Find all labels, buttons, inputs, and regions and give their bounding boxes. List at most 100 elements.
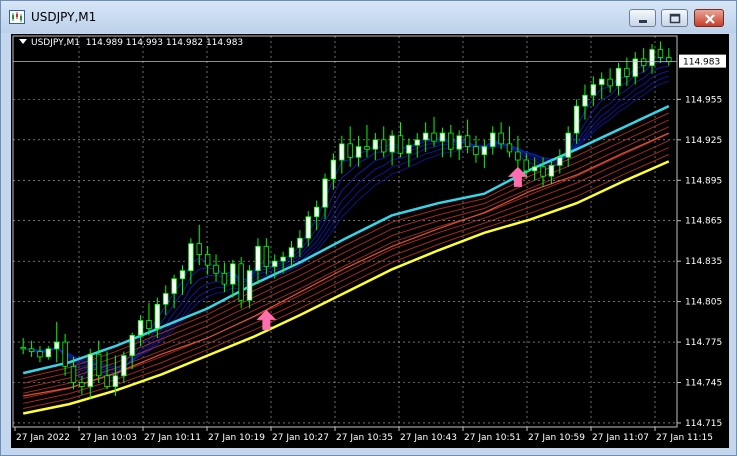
candle-body[interactable]	[498, 132, 504, 145]
lower-ma-band-1	[23, 112, 670, 379]
candle-body[interactable]	[255, 245, 261, 272]
candle-body[interactable]	[121, 355, 127, 377]
candle-body[interactable]	[422, 132, 429, 141]
candle-body[interactable]	[163, 293, 169, 305]
candle-body[interactable]	[431, 132, 437, 142]
candle-body[interactable]	[406, 144, 412, 154]
candle-body[interactable]	[95, 353, 102, 377]
candle-body[interactable]	[515, 151, 521, 161]
candle-body[interactable]	[230, 263, 236, 285]
candle-body[interactable]	[246, 270, 253, 301]
candle-body[interactable]	[146, 320, 152, 329]
upper-ma-band-1	[23, 57, 669, 380]
candle-body[interactable]	[87, 353, 93, 387]
candle-body[interactable]	[456, 135, 462, 150]
candle-body[interactable]	[397, 135, 404, 154]
candle-body[interactable]	[548, 165, 555, 177]
candle-body[interactable]	[381, 139, 387, 153]
candle-body[interactable]	[473, 146, 479, 156]
candle-body[interactable]	[196, 243, 202, 255]
candle-body[interactable]	[565, 132, 571, 158]
y-tick-label: 114.775	[685, 338, 722, 348]
symbol-timeframe: USDJPY,M1	[31, 38, 80, 48]
x-tick-label: 27 Jan 2022	[16, 433, 70, 443]
lower-ma-band-4	[23, 133, 670, 394]
candle-body[interactable]	[599, 78, 605, 85]
candle-body[interactable]	[272, 260, 278, 267]
candle-body[interactable]	[389, 135, 395, 153]
candle-body[interactable]	[657, 49, 664, 58]
candle-body[interactable]	[330, 159, 337, 180]
minimize-icon	[639, 20, 647, 23]
candle-body[interactable]	[188, 243, 194, 271]
candle-body[interactable]	[288, 247, 295, 258]
maximize-button[interactable]	[661, 9, 688, 27]
candle-body[interactable]	[448, 132, 454, 150]
candle-body[interactable]	[582, 94, 588, 107]
candle-body[interactable]	[62, 341, 68, 367]
x-tick-label: 27 Jan 10:27	[272, 433, 329, 443]
candle-body[interactable]	[45, 348, 52, 358]
candle-body[interactable]	[414, 139, 420, 146]
candle-body[interactable]	[523, 159, 529, 172]
price-chart[interactable]: 114.955 114.925 114.895 114.865 114.835 114.8…	[11, 34, 729, 448]
candle-body[interactable]	[347, 143, 353, 158]
candle-body[interactable]	[540, 166, 546, 177]
dropdown-triangle-icon[interactable]	[19, 39, 27, 44]
title-bar[interactable]: USDJPY,M1	[1, 1, 736, 33]
candle-body[interactable]	[531, 166, 538, 172]
candle-body[interactable]	[355, 146, 362, 158]
candle-body[interactable]	[490, 132, 496, 147]
candle-body[interactable]	[339, 143, 345, 161]
candle-body[interactable]	[305, 216, 311, 239]
candle-body[interactable]	[439, 132, 446, 142]
chart-window: USDJPY,M1 114.955 114.925 114.895 114.865 11…	[0, 0, 737, 456]
candle-body[interactable]	[666, 57, 672, 63]
candle-body[interactable]	[624, 67, 630, 77]
candle-body[interactable]	[649, 49, 655, 67]
candle-body[interactable]	[615, 67, 622, 87]
candle-body[interactable]	[37, 351, 43, 358]
candle-body[interactable]	[481, 146, 488, 156]
candle-body[interactable]	[313, 206, 320, 218]
x-tick-label: 27 Jan 10:19	[208, 433, 265, 443]
upper-ma-band-3	[23, 65, 669, 374]
candle-body[interactable]	[506, 143, 513, 153]
candle-body[interactable]	[28, 348, 35, 352]
candle-body[interactable]	[263, 245, 270, 267]
minimize-button[interactable]	[629, 9, 656, 27]
candle-body[interactable]	[607, 78, 613, 87]
candle-body[interactable]	[573, 105, 580, 134]
candle-body[interactable]	[137, 320, 144, 336]
candle-body[interactable]	[79, 382, 85, 387]
candle-body[interactable]	[640, 58, 647, 67]
candle-body[interactable]	[590, 84, 597, 96]
candle-body[interactable]	[213, 264, 219, 274]
lower-ma-band-5	[23, 140, 670, 399]
candle-body[interactable]	[70, 365, 77, 383]
candle-body[interactable]	[204, 254, 211, 266]
chart-area[interactable]: 114.955 114.925 114.895 114.865 114.835 114.8…	[11, 34, 729, 448]
candle-body[interactable]	[20, 347, 26, 350]
y-tick-label: 114.865	[685, 217, 722, 227]
candle-body[interactable]	[280, 256, 286, 262]
series-yellow-line	[22, 160, 670, 415]
candle-body[interactable]	[179, 270, 186, 280]
x-tick-label: 27 Jan 10:35	[336, 433, 393, 443]
candle-body[interactable]	[557, 156, 563, 166]
candle-body[interactable]	[171, 278, 177, 294]
candle-body[interactable]	[104, 375, 110, 387]
x-tick-label: 27 Jan 11:15	[656, 433, 713, 443]
candle-body[interactable]	[129, 334, 135, 356]
candle-body[interactable]	[372, 139, 379, 150]
candle-body[interactable]	[297, 237, 303, 249]
candle-body[interactable]	[54, 341, 60, 350]
candle-body[interactable]	[464, 135, 471, 147]
candle-body[interactable]	[322, 178, 328, 208]
candle-body[interactable]	[154, 303, 161, 329]
close-button[interactable]	[694, 9, 724, 27]
candle-body[interactable]	[238, 263, 244, 301]
candle-body[interactable]	[221, 272, 228, 285]
candle-body[interactable]	[364, 146, 370, 150]
candle-body[interactable]	[112, 375, 119, 387]
